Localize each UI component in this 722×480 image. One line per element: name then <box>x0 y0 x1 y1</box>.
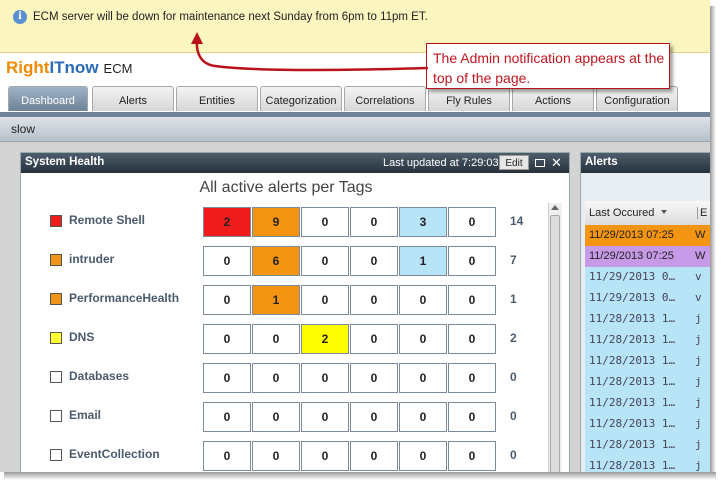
callout-arrow <box>191 32 429 72</box>
page-shadow-right <box>710 6 716 480</box>
page-shadow-bottom <box>4 472 716 480</box>
